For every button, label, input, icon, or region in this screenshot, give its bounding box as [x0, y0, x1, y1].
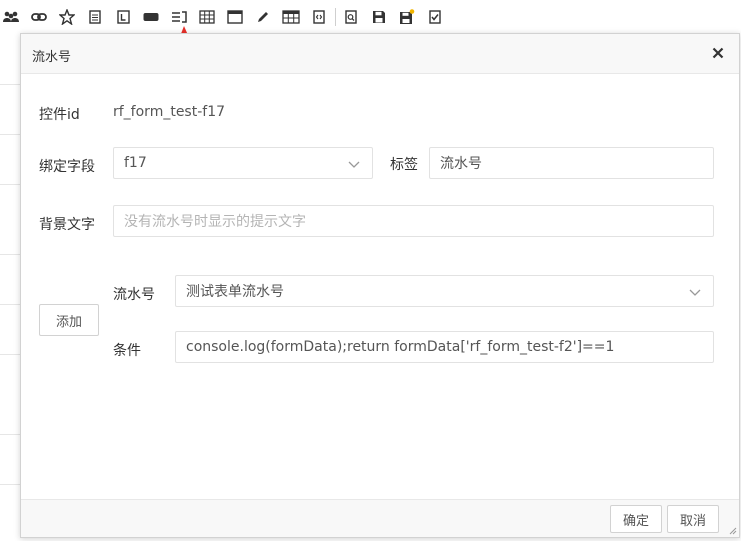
- save-icon[interactable]: [370, 8, 388, 26]
- close-icon[interactable]: [709, 44, 727, 62]
- document-icon[interactable]: [86, 8, 104, 26]
- users-icon[interactable]: [2, 8, 20, 26]
- tag-input[interactable]: 流水号: [429, 147, 714, 179]
- resize-handle-icon[interactable]: [727, 525, 737, 535]
- star-icon[interactable]: [58, 8, 76, 26]
- button-icon[interactable]: [142, 8, 160, 26]
- control-id-label: 控件id: [39, 107, 80, 123]
- dialog-title: 流水号: [32, 50, 72, 65]
- serial-number-icon[interactable]: [170, 8, 188, 26]
- bind-field-select[interactable]: f17: [113, 147, 373, 179]
- bind-field-value: f17: [124, 155, 147, 171]
- dialog-footer: 确定 取消: [21, 499, 739, 537]
- background-text-input[interactable]: 没有流水号时显示的提示文字: [113, 205, 714, 237]
- dialog-header[interactable]: 流水号: [21, 34, 739, 74]
- condition-label: 条件: [113, 343, 141, 359]
- background-page: [0, 34, 22, 541]
- bind-field-label: 绑定字段: [39, 159, 95, 175]
- code-file-icon[interactable]: [310, 8, 328, 26]
- serial-number-dialog: 流水号 控件id rf_form_test-f17 绑定字段 f17 标签 流水…: [20, 33, 740, 538]
- checklist-icon[interactable]: [426, 8, 444, 26]
- add-button[interactable]: 添加: [39, 304, 99, 336]
- window-icon[interactable]: [226, 8, 244, 26]
- condition-input[interactable]: console.log(formData);return formData['r…: [175, 331, 714, 363]
- tag-label: 标签: [390, 157, 418, 173]
- cancel-button[interactable]: 取消: [667, 505, 719, 533]
- background-text-label: 背景文字: [39, 217, 95, 233]
- chevron-down-icon: [348, 161, 360, 168]
- table-icon[interactable]: [282, 8, 300, 26]
- tag-input-value: 流水号: [440, 156, 482, 172]
- toolbar-separator: [335, 8, 336, 26]
- pencil-icon[interactable]: [254, 8, 272, 26]
- save-new-icon[interactable]: [398, 8, 416, 26]
- serial-number-select[interactable]: 测试表单流水号: [175, 275, 714, 307]
- chevron-down-icon: [689, 289, 701, 296]
- link-icon[interactable]: [30, 8, 48, 26]
- table-grid-icon[interactable]: [198, 8, 216, 26]
- serial-number-label: 流水号: [113, 287, 155, 303]
- condition-value: console.log(formData);return formData['r…: [186, 339, 615, 355]
- serial-number-value: 测试表单流水号: [186, 284, 284, 300]
- control-id-value: rf_form_test-f17: [113, 104, 226, 120]
- toolbar: [0, 0, 741, 34]
- background-text-placeholder: 没有流水号时显示的提示文字: [124, 214, 306, 230]
- label-icon[interactable]: [114, 8, 132, 26]
- ok-button[interactable]: 确定: [610, 505, 662, 533]
- preview-icon[interactable]: [342, 8, 360, 26]
